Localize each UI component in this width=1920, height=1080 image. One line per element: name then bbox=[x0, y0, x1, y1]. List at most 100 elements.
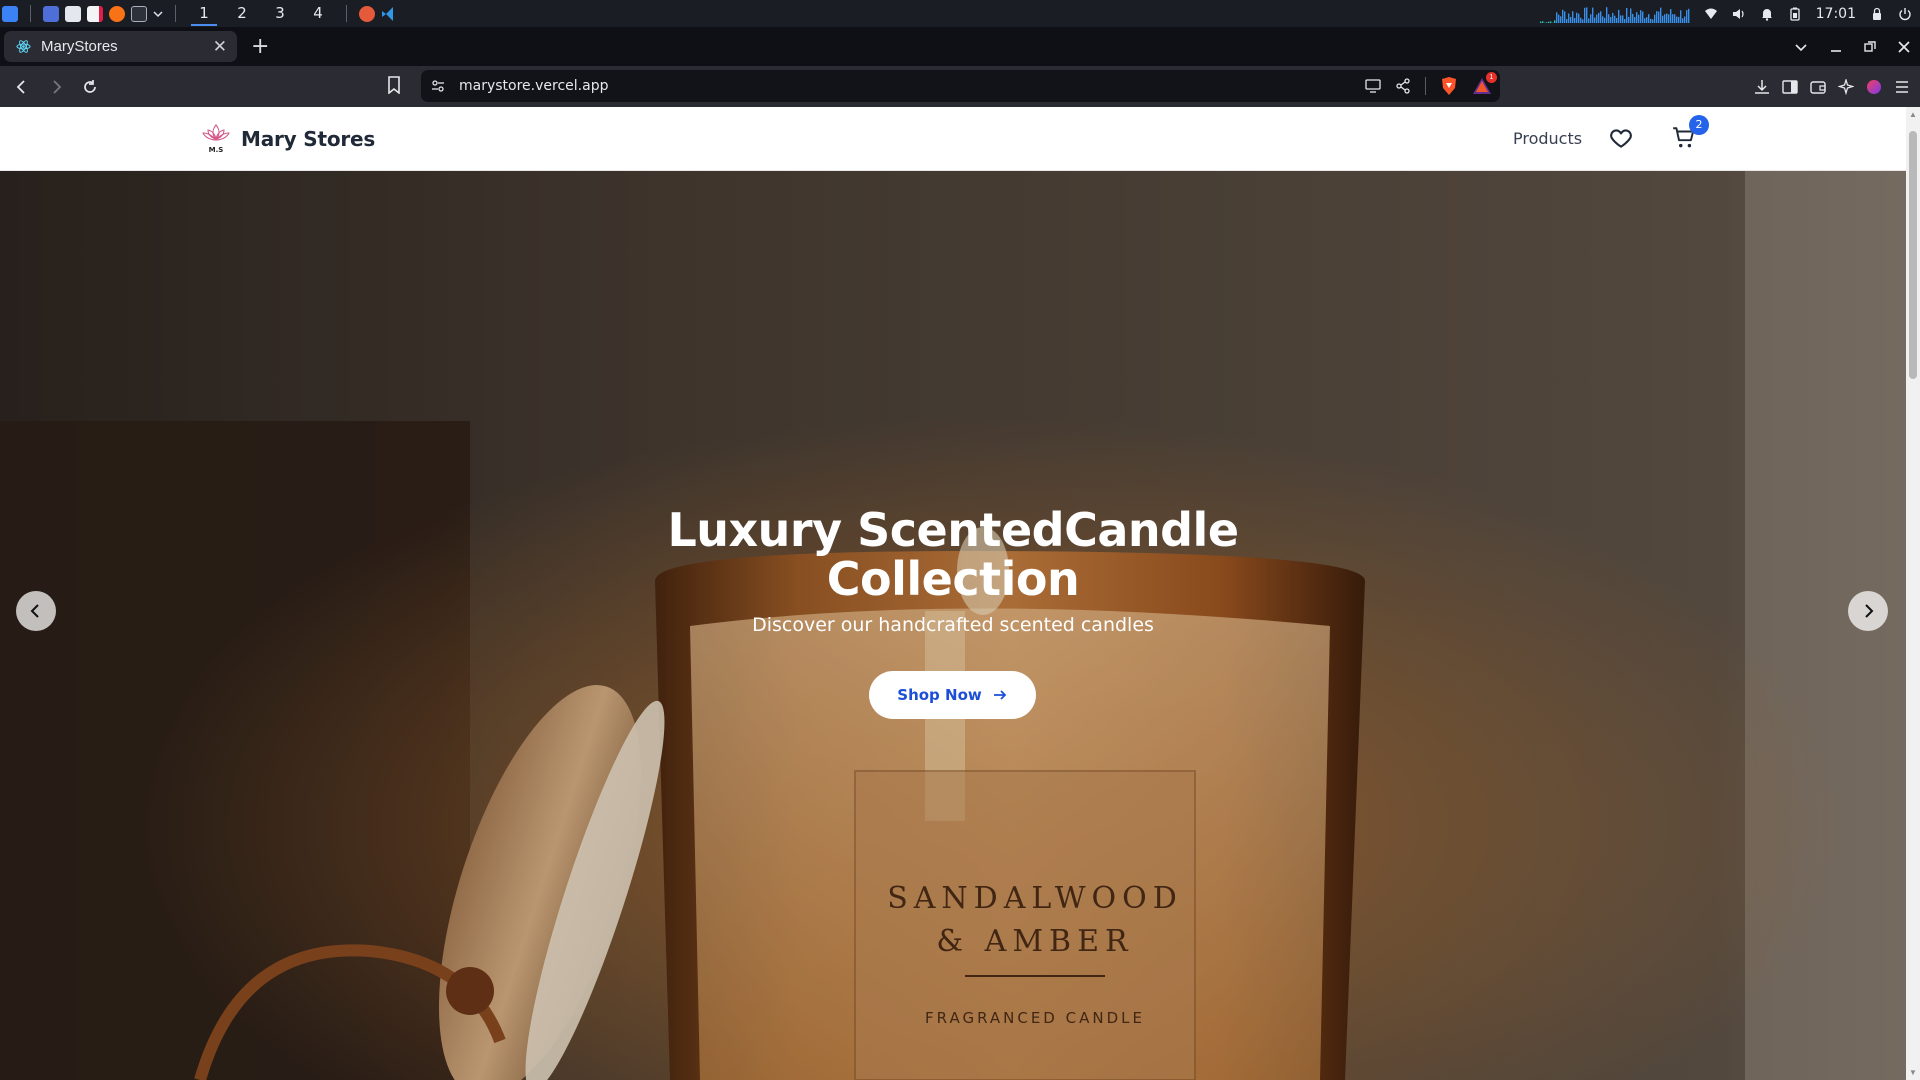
wifi-icon[interactable] bbox=[1704, 7, 1718, 21]
share-icon[interactable] bbox=[1395, 78, 1411, 94]
sidebar-icon[interactable] bbox=[1782, 79, 1798, 95]
minimize-icon[interactable] bbox=[1830, 41, 1842, 53]
divider bbox=[175, 5, 176, 22]
back-arrow-icon bbox=[16, 79, 25, 94]
graph-bar bbox=[1621, 14, 1624, 23]
graph-bar bbox=[1615, 17, 1618, 23]
shop-now-button[interactable]: Shop Now bbox=[869, 671, 1036, 719]
brave-window-icon[interactable] bbox=[359, 5, 375, 22]
forward-button[interactable] bbox=[44, 75, 68, 99]
graph-bar bbox=[1649, 18, 1652, 23]
lock-icon[interactable] bbox=[1870, 7, 1884, 21]
clock[interactable]: 17:01 bbox=[1816, 6, 1856, 22]
graph-bar bbox=[1651, 18, 1654, 23]
address-bar[interactable]: marystore.vercel.app 1 bbox=[421, 70, 1500, 102]
page-viewport: M.S Mary Stores Products 2 SANDALWOOD & … bbox=[0, 107, 1920, 1080]
logo-initials: M.S bbox=[209, 146, 224, 154]
app-menu-icon[interactable] bbox=[2, 5, 18, 22]
graph-bar bbox=[1627, 16, 1630, 23]
graph-bar bbox=[1629, 8, 1632, 23]
hero-title-line-2: Collection bbox=[826, 552, 1080, 606]
divider bbox=[1425, 77, 1426, 95]
graph-bar bbox=[1687, 8, 1690, 23]
graph-bar bbox=[1575, 12, 1578, 23]
brand-name[interactable]: Mary Stores bbox=[241, 127, 375, 151]
graph-bar bbox=[1667, 13, 1670, 23]
tab-marystores[interactable]: MaryStores ✕ bbox=[4, 31, 237, 62]
graph-bar bbox=[1631, 13, 1634, 23]
graph-bar bbox=[1609, 16, 1612, 23]
nav-products-link[interactable]: Products bbox=[1513, 129, 1582, 148]
back-button[interactable] bbox=[10, 75, 34, 99]
bookmark-icon[interactable] bbox=[386, 76, 402, 94]
graph-bar bbox=[1653, 14, 1656, 23]
graph-bar bbox=[1659, 7, 1662, 23]
leo-ai-icon[interactable] bbox=[1838, 78, 1854, 95]
brave-rewards-button[interactable]: 1 bbox=[1472, 72, 1497, 95]
graph-bar bbox=[1625, 7, 1628, 23]
brave-shields-icon[interactable] bbox=[1440, 76, 1458, 96]
cast-icon[interactable] bbox=[1365, 79, 1381, 93]
graph-bar bbox=[1617, 9, 1620, 23]
volume-icon[interactable] bbox=[1732, 7, 1746, 21]
firefox-icon[interactable] bbox=[109, 5, 125, 22]
graph-bar bbox=[1665, 13, 1668, 23]
hero-title: Luxury ScentedCandle Collection bbox=[553, 506, 1353, 604]
graph-bar bbox=[1611, 12, 1614, 23]
scroll-thumb[interactable] bbox=[1909, 131, 1917, 379]
react-favicon-icon bbox=[16, 40, 31, 53]
url-text[interactable]: marystore.vercel.app bbox=[459, 78, 608, 94]
graph-bar bbox=[1545, 21, 1548, 23]
graph-bar bbox=[1561, 9, 1564, 23]
reload-button[interactable] bbox=[78, 75, 102, 99]
notification-bell-icon[interactable] bbox=[1760, 7, 1774, 21]
graph-bar bbox=[1641, 11, 1644, 23]
file-manager-icon[interactable] bbox=[65, 5, 81, 22]
graph-bar bbox=[1645, 16, 1648, 23]
new-tab-button[interactable]: + bbox=[251, 34, 269, 59]
vscode-icon[interactable] bbox=[381, 6, 397, 22]
workspace-1[interactable]: 1 bbox=[188, 0, 220, 27]
carousel-prev-button[interactable] bbox=[16, 591, 56, 631]
download-icon[interactable] bbox=[1754, 79, 1770, 95]
graph-bar bbox=[1593, 17, 1596, 23]
lotus-logo-icon[interactable]: M.S bbox=[199, 121, 233, 155]
wishlist-heart-icon[interactable] bbox=[1608, 125, 1634, 151]
graph-bar bbox=[1597, 12, 1600, 23]
graph-bar bbox=[1567, 13, 1570, 23]
restore-icon[interactable] bbox=[1864, 40, 1876, 53]
chevron-right-icon bbox=[1865, 604, 1874, 618]
browser-toolbar: marystore.vercel.app 1 bbox=[0, 66, 1920, 107]
desktop-icon[interactable] bbox=[43, 5, 59, 22]
graph-bar bbox=[1553, 19, 1556, 23]
workspace-3[interactable]: 3 bbox=[264, 0, 296, 27]
terminal-icon[interactable] bbox=[131, 5, 147, 22]
graph-bar bbox=[1657, 11, 1660, 23]
graph-bar bbox=[1685, 9, 1688, 23]
menu-icon[interactable] bbox=[1894, 79, 1910, 95]
graph-bar bbox=[1541, 20, 1544, 23]
graph-bar bbox=[1603, 17, 1606, 23]
graph-bar bbox=[1681, 17, 1684, 23]
close-window-icon[interactable] bbox=[1898, 40, 1910, 53]
tab-list-chevron-icon[interactable] bbox=[1794, 40, 1808, 54]
site-settings-icon[interactable] bbox=[429, 77, 447, 95]
graph-bar bbox=[1571, 10, 1574, 23]
network-graph bbox=[1539, 6, 1690, 23]
workspace-4[interactable]: 4 bbox=[302, 0, 334, 27]
wallet-icon[interactable] bbox=[1810, 79, 1826, 95]
chevron-down-icon[interactable] bbox=[153, 9, 163, 19]
close-tab-icon[interactable]: ✕ bbox=[213, 37, 227, 57]
workspace-2[interactable]: 2 bbox=[226, 0, 258, 27]
document-viewer-icon[interactable] bbox=[87, 5, 103, 22]
profile-avatar-icon[interactable] bbox=[1866, 79, 1882, 95]
carousel-next-button[interactable] bbox=[1848, 591, 1888, 631]
scroll-down-icon[interactable]: ▼ bbox=[1909, 1068, 1917, 1077]
forward-arrow-icon bbox=[53, 79, 62, 94]
scroll-up-icon[interactable]: ▲ bbox=[1909, 110, 1917, 119]
power-icon[interactable] bbox=[1898, 7, 1912, 21]
graph-bar bbox=[1587, 17, 1590, 23]
battery-icon[interactable] bbox=[1788, 7, 1802, 21]
tab-title: MaryStores bbox=[41, 38, 118, 55]
page-scrollbar[interactable]: ▲ ▼ bbox=[1906, 107, 1920, 1080]
